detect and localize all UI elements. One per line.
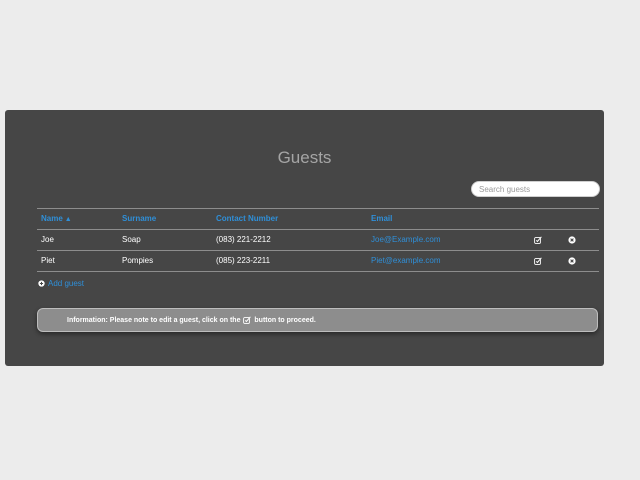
info-text-before: Information: Please note to edit a guest… [67,317,241,324]
guest-surname: Pompies [122,256,154,265]
add-icon [38,280,45,287]
search-input[interactable] [471,181,600,197]
column-header-surname[interactable]: Surname [122,209,156,229]
remove-icon [568,236,576,244]
add-guest-label: Add guest [48,279,85,288]
edit-icon [243,311,252,335]
guest-email-link[interactable]: Joe@Example.com [371,230,440,250]
table-header-row: Name ▲ Surname Contact Number Email [37,209,599,230]
add-guest-button[interactable]: Add guest [38,279,84,288]
edit-guest-button[interactable] [534,230,542,250]
guest-contact: (085) 223-2211 [216,256,271,265]
column-header-name[interactable]: Name ▲ [41,209,72,230]
info-text-after: button to proceed. [254,317,316,324]
table-row: Joe Soap (083) 221-2212 Joe@Example.com [37,230,599,251]
edit-guest-button[interactable] [534,251,542,271]
remove-guest-button[interactable] [568,251,576,271]
remove-guest-button[interactable] [568,230,576,250]
column-header-contact[interactable]: Contact Number [216,209,278,229]
guest-email-link[interactable]: Piet@example.com [371,251,440,271]
guest-name: Piet [41,256,55,265]
edit-icon [534,236,542,244]
guest-surname: Soap [122,235,141,244]
guests-table: Name ▲ Surname Contact Number Email Joe S… [37,208,599,272]
column-header-email[interactable]: Email [371,209,392,229]
edit-icon [534,257,542,265]
page-title: Guests [277,148,332,167]
sort-ascending-icon: ▲ [64,216,72,223]
guest-name: Joe [41,235,54,244]
guests-panel: Guests Name▲ Surname Contact Number Emai… [5,110,604,366]
table-row: Piet Pompies (085) 223-2211 Piet@example… [37,251,599,272]
remove-icon [568,257,576,265]
info-message: Information: Please note to edit a guest… [37,308,598,332]
guest-contact: (083) 221-2212 [216,235,271,244]
